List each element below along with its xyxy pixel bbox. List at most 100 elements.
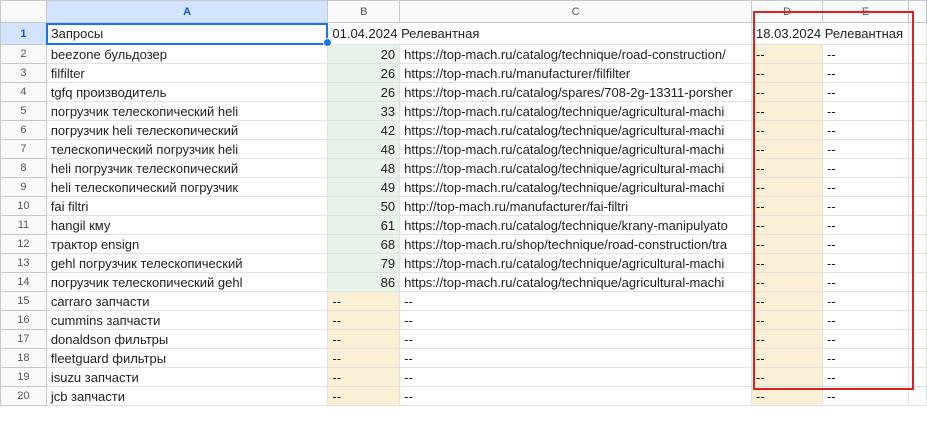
cell-url[interactable]: http://top-mach.ru/manufacturer/fai-filt… <box>399 196 753 216</box>
cell-url[interactable]: https://top-mach.ru/catalog/technique/ro… <box>399 44 753 64</box>
cell-url[interactable]: https://top-mach.ru/catalog/technique/ag… <box>399 253 753 273</box>
row-header[interactable]: 19 <box>0 367 47 387</box>
cell-f1[interactable] <box>908 22 927 45</box>
cell-position-old[interactable]: -- <box>751 386 824 406</box>
cell-url[interactable]: https://top-mach.ru/catalog/technique/ag… <box>399 120 753 140</box>
cell-url-old[interactable]: -- <box>822 215 909 235</box>
cell-url[interactable]: -- <box>399 367 753 387</box>
cell-position-old[interactable]: -- <box>751 177 824 197</box>
column-header-c[interactable]: C <box>399 0 753 23</box>
cell-empty[interactable] <box>908 310 927 330</box>
cell-position-old[interactable]: -- <box>751 348 824 368</box>
row-header[interactable]: 12 <box>0 234 47 254</box>
cell-url-old[interactable]: -- <box>822 310 909 330</box>
row-header[interactable]: 11 <box>0 215 47 235</box>
cell-position-old[interactable]: -- <box>751 82 824 102</box>
cell-position-old[interactable]: -- <box>751 272 824 292</box>
row-header[interactable]: 4 <box>0 82 47 102</box>
cell-query[interactable]: tgfq производитель <box>45 82 329 102</box>
cell-query[interactable]: погрузчик heli телескопический <box>45 120 329 140</box>
cell-empty[interactable] <box>908 272 927 292</box>
cell-empty[interactable] <box>908 329 927 349</box>
cell-url[interactable]: -- <box>399 348 753 368</box>
cell-query[interactable]: isuzu запчасти <box>45 367 329 387</box>
cell-url[interactable]: https://top-mach.ru/catalog/technique/ag… <box>399 158 753 178</box>
cell-position-old[interactable]: -- <box>751 44 824 64</box>
row-header[interactable]: 13 <box>0 253 47 273</box>
cell-url-old[interactable]: -- <box>822 329 909 349</box>
cell-position[interactable]: -- <box>327 291 401 311</box>
cell-url[interactable]: https://top-mach.ru/catalog/spares/708-2… <box>399 82 753 102</box>
cell-empty[interactable] <box>908 63 927 83</box>
column-header-b[interactable]: B <box>327 0 401 23</box>
cell-query[interactable]: donaldson фильтры <box>45 329 329 349</box>
row-header[interactable]: 15 <box>0 291 47 311</box>
cell-url-old[interactable]: -- <box>822 82 909 102</box>
column-header-d[interactable]: D <box>751 0 824 23</box>
cell-position-old[interactable]: -- <box>751 329 824 349</box>
cell-position-old[interactable]: -- <box>751 139 824 159</box>
cell-url[interactable]: -- <box>399 386 753 406</box>
cell-empty[interactable] <box>908 158 927 178</box>
cell-position[interactable]: 61 <box>327 215 401 235</box>
cell-query[interactable]: carraro запчасти <box>45 291 329 311</box>
row-header[interactable]: 8 <box>0 158 47 178</box>
cell-url-old[interactable]: -- <box>822 253 909 273</box>
cell-position[interactable]: 26 <box>327 82 401 102</box>
row-header[interactable]: 5 <box>0 101 47 121</box>
cell-empty[interactable] <box>908 234 927 254</box>
cell-empty[interactable] <box>908 177 927 197</box>
cell-position-old[interactable]: -- <box>751 367 824 387</box>
cell-empty[interactable] <box>908 82 927 102</box>
cell-position[interactable]: 20 <box>327 44 401 64</box>
row-header[interactable]: 1 <box>0 22 47 45</box>
cell-url-old[interactable]: -- <box>822 139 909 159</box>
cell-position[interactable]: -- <box>327 310 401 330</box>
cell-query[interactable]: fai filtri <box>45 196 329 216</box>
cell-position[interactable]: -- <box>327 367 401 387</box>
cell-query[interactable]: погрузчик телескопический heli <box>45 101 329 121</box>
cell-url-old[interactable]: -- <box>822 63 909 83</box>
column-header-f[interactable] <box>908 0 927 23</box>
cell-position[interactable]: 68 <box>327 234 401 254</box>
row-header[interactable]: 2 <box>0 44 47 64</box>
cell-position[interactable]: -- <box>327 329 401 349</box>
cell-url-old[interactable]: -- <box>822 386 909 406</box>
cell-position[interactable]: 48 <box>327 139 401 159</box>
cell-query[interactable]: hangil кму <box>45 215 329 235</box>
cell-empty[interactable] <box>908 253 927 273</box>
cell-query[interactable]: heli погрузчик телескопический <box>45 158 329 178</box>
cell-query[interactable]: трактор ensign <box>45 234 329 254</box>
column-header-a[interactable]: A <box>45 0 329 23</box>
cell-empty[interactable] <box>908 44 927 64</box>
cell-url[interactable]: https://top-mach.ru/catalog/technique/ag… <box>399 272 753 292</box>
select-all-corner[interactable] <box>0 0 47 23</box>
cell-empty[interactable] <box>908 367 927 387</box>
cell-empty[interactable] <box>908 386 927 406</box>
cell-query[interactable]: jcb запчасти <box>45 386 329 406</box>
cell-position-old[interactable]: -- <box>751 196 824 216</box>
cell-url-old[interactable]: -- <box>822 196 909 216</box>
cell-position[interactable]: 33 <box>327 101 401 121</box>
cell-position[interactable]: 42 <box>327 120 401 140</box>
cell-position[interactable]: 49 <box>327 177 401 197</box>
cell-position-old[interactable]: -- <box>751 291 824 311</box>
row-header[interactable]: 7 <box>0 139 47 159</box>
row-header[interactable]: 6 <box>0 120 47 140</box>
row-header[interactable]: 18 <box>0 348 47 368</box>
row-header[interactable]: 14 <box>0 272 47 292</box>
cell-query[interactable]: телескопический погрузчик heli <box>45 139 329 159</box>
cell-query[interactable]: погрузчик телескопический gehl <box>45 272 329 292</box>
cell-url-old[interactable]: -- <box>822 120 909 140</box>
cell-position[interactable]: 50 <box>327 196 401 216</box>
cell-position[interactable]: 79 <box>327 253 401 273</box>
cell-query[interactable]: fleetguard фильтры <box>45 348 329 368</box>
cell-url[interactable]: https://top-mach.ru/manufacturer/filfilt… <box>399 63 753 83</box>
cell-b1[interactable]: 01.04.2024 Релевантная <box>327 22 753 45</box>
cell-empty[interactable] <box>908 196 927 216</box>
cell-position-old[interactable]: -- <box>751 101 824 121</box>
row-header[interactable]: 16 <box>0 310 47 330</box>
cell-position[interactable]: 86 <box>327 272 401 292</box>
cell-position[interactable]: 26 <box>327 63 401 83</box>
cell-url[interactable]: -- <box>399 291 753 311</box>
